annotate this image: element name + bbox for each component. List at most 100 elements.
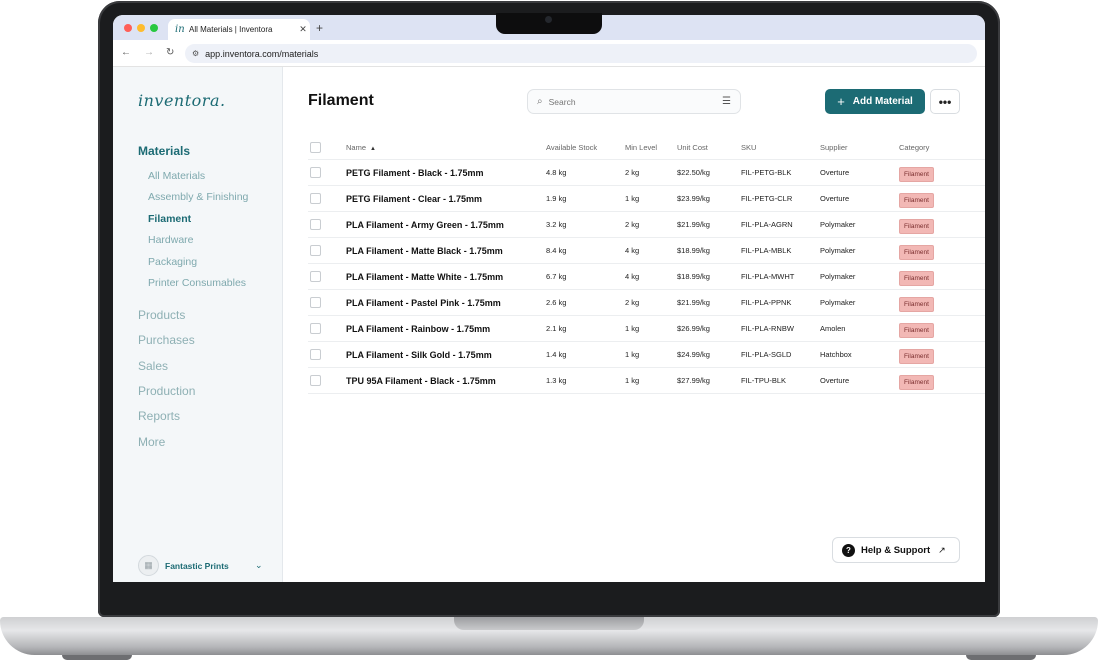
cell-name[interactable]: PLA Filament - Army Green - 1.75mm bbox=[346, 220, 546, 230]
table-row[interactable]: TPU 95A Filament - Black - 1.75mm 1.3 kg 1… bbox=[308, 368, 985, 394]
row-checkbox[interactable] bbox=[308, 271, 346, 282]
column-header-stock[interactable]: Available Stock bbox=[546, 143, 625, 152]
table-header-row: Name ▲ Available Stock Min Level Unit Cos… bbox=[308, 136, 985, 160]
column-header-min-level[interactable]: Min Level bbox=[625, 143, 677, 152]
cell-unit-cost: $21.99/kg bbox=[677, 220, 710, 229]
table-row[interactable]: PLA Filament - Rainbow - 1.75mm 2.1 kg 1 k… bbox=[308, 316, 985, 342]
select-all-checkbox[interactable] bbox=[308, 142, 346, 153]
browser-tab-active[interactable]: in All Materials | Inventora ✕ bbox=[168, 19, 310, 40]
reload-icon[interactable]: ↻ bbox=[166, 47, 174, 58]
store-icon: ▦ bbox=[138, 555, 159, 576]
workspace-switcher[interactable]: ▦ Fantastic Prints ⌄ bbox=[138, 555, 263, 576]
sidebar-item-assembly-finishing[interactable]: Assembly & Finishing bbox=[148, 191, 248, 203]
sidebar-item-packaging[interactable]: Packaging bbox=[148, 256, 197, 268]
cell-sku: FIL-PLA-AGRN bbox=[741, 220, 793, 229]
table-row[interactable]: PLA Filament - Matte White - 1.75mm 6.7 k… bbox=[308, 264, 985, 290]
cell-name[interactable]: PLA Filament - Rainbow - 1.75mm bbox=[346, 324, 546, 334]
cell-min-level: 1 kg bbox=[625, 350, 640, 359]
filter-sliders-icon[interactable]: ☰ bbox=[722, 96, 731, 107]
cell-category: Filament bbox=[899, 163, 979, 182]
table-row[interactable]: PETG Filament - Black - 1.75mm 4.8 kg 2 kg… bbox=[308, 160, 985, 186]
sidebar-item-hardware[interactable]: Hardware bbox=[148, 234, 194, 246]
category-badge: Filament bbox=[899, 167, 934, 182]
forward-arrow-icon[interactable]: → bbox=[144, 47, 154, 58]
cell-unit-cost: $21.99/kg bbox=[677, 298, 710, 307]
cell-min-level: 4 kg bbox=[625, 246, 640, 255]
plus-icon: + bbox=[837, 94, 845, 109]
search-field[interactable]: ⌕ ☰ bbox=[527, 89, 741, 114]
chevron-down-icon: ⌄ bbox=[255, 560, 263, 570]
sidebar-item-more[interactable]: More bbox=[138, 435, 165, 449]
column-header-supplier[interactable]: Supplier bbox=[820, 143, 899, 152]
inventora-logo[interactable]: inventora. bbox=[138, 91, 226, 110]
sort-ascending-icon: ▲ bbox=[370, 146, 376, 152]
cell-name[interactable]: PLA Filament - Matte White - 1.75mm bbox=[346, 272, 546, 282]
tab-close-icon[interactable]: ✕ bbox=[296, 24, 310, 35]
table-row[interactable]: PLA Filament - Silk Gold - 1.75mm 1.4 kg 1… bbox=[308, 342, 985, 368]
back-arrow-icon[interactable]: ← bbox=[121, 47, 131, 58]
cell-unit-cost: $18.99/kg bbox=[677, 246, 710, 255]
cell-name[interactable]: PLA Filament - Silk Gold - 1.75mm bbox=[346, 350, 546, 360]
camera-lens bbox=[545, 16, 552, 23]
row-checkbox[interactable] bbox=[308, 297, 346, 308]
cell-available-stock: 6.7 kg bbox=[546, 272, 567, 281]
table-row[interactable]: PLA Filament - Pastel Pink - 1.75mm 2.6 k… bbox=[308, 290, 985, 316]
sidebar-item-all-materials[interactable]: All Materials bbox=[148, 170, 205, 182]
column-header-sku[interactable]: SKU bbox=[741, 143, 820, 152]
sidebar-section-materials[interactable]: Materials bbox=[138, 144, 190, 158]
row-checkbox[interactable] bbox=[308, 245, 346, 256]
row-checkbox[interactable] bbox=[308, 349, 346, 360]
sidebar-item-printer-consumables[interactable]: Printer Consumables bbox=[148, 277, 246, 289]
cell-unit-cost: $23.99/kg bbox=[677, 194, 710, 203]
row-checkbox[interactable] bbox=[308, 193, 346, 204]
site-settings-icon[interactable]: ⚙ bbox=[192, 49, 199, 58]
search-icon: ⌕ bbox=[537, 96, 543, 107]
sidebar-item-production[interactable]: Production bbox=[138, 384, 195, 398]
sidebar-item-products[interactable]: Products bbox=[138, 308, 185, 322]
cell-sku: FIL-PLA-PPNK bbox=[741, 298, 792, 307]
sidebar-item-sales[interactable]: Sales bbox=[138, 359, 168, 373]
cell-category: Filament bbox=[899, 241, 979, 260]
cell-min-level: 2 kg bbox=[625, 220, 640, 229]
sidebar-item-purchases[interactable]: Purchases bbox=[138, 333, 195, 347]
sidebar-item-reports[interactable]: Reports bbox=[138, 409, 180, 423]
window-minimize-button[interactable] bbox=[137, 24, 145, 32]
help-support-button[interactable]: ? Help & Support ↗ bbox=[832, 537, 960, 563]
new-tab-icon[interactable]: + bbox=[316, 21, 323, 35]
row-checkbox[interactable] bbox=[308, 219, 346, 230]
row-checkbox[interactable] bbox=[308, 323, 346, 334]
cell-unit-cost: $24.99/kg bbox=[677, 350, 710, 359]
cell-supplier: Overture bbox=[820, 376, 850, 385]
sidebar-item-filament[interactable]: Filament bbox=[148, 213, 191, 225]
table-body: PETG Filament - Black - 1.75mm 4.8 kg 2 kg… bbox=[308, 160, 985, 394]
window-maximize-button[interactable] bbox=[150, 24, 158, 32]
more-options-button[interactable]: ••• bbox=[930, 89, 960, 114]
column-header-category[interactable]: Category bbox=[899, 143, 979, 152]
column-header-unit-cost[interactable]: Unit Cost bbox=[677, 143, 741, 152]
add-material-button[interactable]: + Add Material bbox=[825, 89, 925, 114]
cell-name[interactable]: PETG Filament - Clear - 1.75mm bbox=[346, 194, 546, 204]
workspace-name: Fantastic Prints bbox=[165, 560, 229, 571]
cell-supplier: Overture bbox=[820, 194, 850, 203]
cell-name[interactable]: PLA Filament - Matte Black - 1.75mm bbox=[346, 246, 546, 256]
cell-supplier: Overture bbox=[820, 168, 850, 177]
cell-name[interactable]: TPU 95A Filament - Black - 1.75mm bbox=[346, 376, 546, 386]
table-row[interactable]: PLA Filament - Matte Black - 1.75mm 8.4 k… bbox=[308, 238, 985, 264]
search-input[interactable] bbox=[548, 96, 723, 107]
laptop-lip bbox=[454, 617, 644, 630]
cell-unit-cost: $22.50/kg bbox=[677, 168, 710, 177]
cell-name[interactable]: PLA Filament - Pastel Pink - 1.75mm bbox=[346, 298, 546, 308]
cell-supplier: Polymaker bbox=[820, 272, 856, 281]
cell-category: Filament bbox=[899, 267, 979, 286]
window-close-button[interactable] bbox=[124, 24, 132, 32]
table-row[interactable]: PLA Filament - Army Green - 1.75mm 3.2 kg… bbox=[308, 212, 985, 238]
table-row[interactable]: PETG Filament - Clear - 1.75mm 1.9 kg 1 kg… bbox=[308, 186, 985, 212]
cell-supplier: Amolen bbox=[820, 324, 846, 333]
cell-min-level: 1 kg bbox=[625, 376, 640, 385]
cell-name[interactable]: PETG Filament - Black - 1.75mm bbox=[346, 168, 546, 178]
row-checkbox[interactable] bbox=[308, 167, 346, 178]
column-header-name[interactable]: Name ▲ bbox=[346, 143, 546, 152]
category-badge: Filament bbox=[899, 323, 934, 338]
row-checkbox[interactable] bbox=[308, 375, 346, 386]
url-field[interactable]: ⚙ app.inventora.com/materials bbox=[185, 44, 977, 63]
